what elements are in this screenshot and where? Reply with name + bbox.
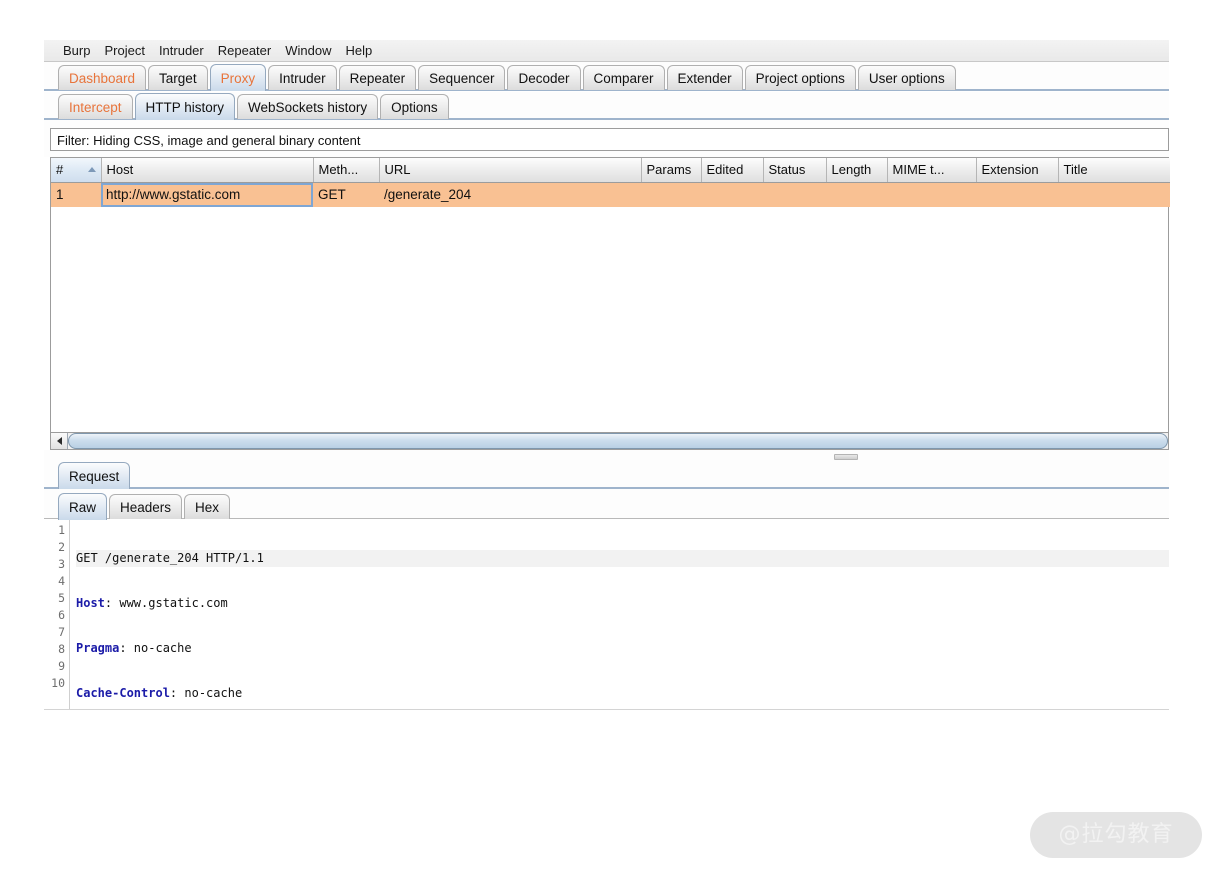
tab-headers[interactable]: Headers [109,494,183,519]
subtab-websockets-history[interactable]: WebSockets history [237,94,379,119]
request-line-1-value: GET /generate_204 HTTP/1.1 [76,551,264,565]
burp-suite-window: Burp Project Intruder Repeater Window He… [44,40,1170,840]
tab-proxy[interactable]: Proxy [209,64,267,91]
proxy-sub-tab-strip: Intercept HTTP history WebSockets histor… [44,92,1169,120]
tab-intruder[interactable]: Intruder [268,65,337,90]
column-header-method[interactable]: Meth... [313,158,380,183]
watermark: @拉勾教育 [1030,812,1202,858]
menu-item-project[interactable]: Project [97,41,151,61]
table-header-row: # Host Meth... URL Params Edited Status … [51,158,1170,183]
request-line-4: Cache-Control: no-cache [76,685,1169,702]
tab-user-options[interactable]: User options [857,65,956,90]
tab-hex[interactable]: Hex [184,494,231,519]
view-tab-strip: Raw Headers Hex [44,491,1169,520]
column-header-edited[interactable]: Edited [701,158,764,183]
line-number: 8 [58,642,65,656]
column-header-title[interactable]: Title [1058,158,1170,183]
request-line-3-value: : no-cache [119,641,192,655]
cell-mime-type[interactable] [887,182,976,207]
subtab-options[interactable]: Options [380,94,449,119]
column-header-number[interactable]: # [51,158,102,183]
main-tab-strip: Dashboard Target Proxy Intruder Repeater… [44,62,1169,91]
line-number: 9 [58,659,65,673]
cell-extension[interactable] [976,182,1058,207]
cell-title[interactable] [1058,182,1170,207]
column-header-mime-type[interactable]: MIME t... [887,158,977,183]
line-number: 3 [58,557,65,571]
filter-bar[interactable]: Filter: Hiding CSS, image and general bi… [50,128,1169,151]
request-line-2: Host: www.gstatic.com [76,595,1169,612]
column-header-status[interactable]: Status [763,158,827,183]
menu-bar: Burp Project Intruder Repeater Window He… [44,40,1169,62]
request-line-2-value: : www.gstatic.com [104,596,228,610]
tab-project-options[interactable]: Project options [744,65,856,90]
column-header-length[interactable]: Length [826,158,888,183]
tab-request[interactable]: Request [58,462,131,489]
tab-extender[interactable]: Extender [666,65,743,90]
tab-dashboard[interactable]: Dashboard [58,65,147,90]
scroll-left-button[interactable] [51,433,68,449]
tab-sequencer[interactable]: Sequencer [418,65,506,90]
table-horizontal-scrollbar[interactable] [50,433,1169,450]
message-tab-strip: Request [44,461,1169,489]
message-panel: Request Raw Headers Hex 1 2 3 4 5 6 7 8 … [44,461,1169,710]
line-number: 10 [51,676,65,690]
table-empty-area [51,207,1168,432]
http-history-table: # Host Meth... URL Params Edited Status … [50,157,1170,433]
cell-status[interactable] [763,182,826,207]
subtab-http-history[interactable]: HTTP history [134,93,236,120]
subtab-intercept[interactable]: Intercept [58,94,133,119]
line-number: 7 [58,625,65,639]
request-line-2-name: Host [76,596,105,610]
request-line-1: GET /generate_204 HTTP/1.1 [76,550,1169,567]
request-raw-view[interactable]: 1 2 3 4 5 6 7 8 9 10 GET /generate_204 H… [44,519,1169,710]
menu-item-repeater[interactable]: Repeater [211,41,278,61]
line-number: 2 [58,540,65,554]
line-number: 4 [58,574,65,588]
menu-item-window[interactable]: Window [278,41,338,61]
filter-bar-container: Filter: Hiding CSS, image and general bi… [44,120,1169,157]
column-header-params[interactable]: Params [641,158,702,183]
line-number: 1 [58,523,65,537]
cell-number[interactable]: 1 [51,182,101,207]
cell-edited[interactable] [701,182,763,207]
column-header-host[interactable]: Host [101,158,314,183]
request-line-3-name: Pragma [76,641,120,655]
menu-item-intruder[interactable]: Intruder [152,41,211,61]
column-header-number-label: # [56,162,64,178]
line-number: 6 [58,608,65,622]
cell-length[interactable] [826,182,887,207]
tab-comparer[interactable]: Comparer [582,65,665,90]
sort-ascending-icon [87,167,96,172]
tab-target[interactable]: Target [148,65,208,90]
triangle-left-icon [56,437,62,445]
request-line-3: Pragma: no-cache [76,640,1169,657]
cell-host[interactable]: http://www.gstatic.com [101,182,313,207]
column-header-url[interactable]: URL [379,158,642,183]
request-line-4-value: : no-cache [169,686,243,700]
splitter-grip-icon[interactable] [834,454,858,460]
request-lines[interactable]: GET /generate_204 HTTP/1.1 Host: www.gst… [70,519,1169,709]
line-number: 5 [58,591,65,605]
tab-repeater[interactable]: Repeater [338,65,417,90]
cell-url[interactable]: /generate_204 [379,182,641,207]
cell-params[interactable] [641,182,701,207]
request-line-4-name: Cache-Control [76,686,170,700]
panel-splitter[interactable] [44,450,1169,461]
tab-raw[interactable]: Raw [58,493,108,520]
menu-item-help[interactable]: Help [338,41,379,61]
table-row[interactable]: 1 http://www.gstatic.com GET /generate_2… [51,182,1170,207]
menu-item-burp[interactable]: Burp [56,41,97,61]
scrollbar-thumb[interactable] [68,433,1168,449]
cell-method[interactable]: GET [313,182,379,207]
tab-decoder[interactable]: Decoder [507,65,581,90]
line-number-gutter: 1 2 3 4 5 6 7 8 9 10 [44,519,70,709]
column-header-extension[interactable]: Extension [976,158,1059,183]
